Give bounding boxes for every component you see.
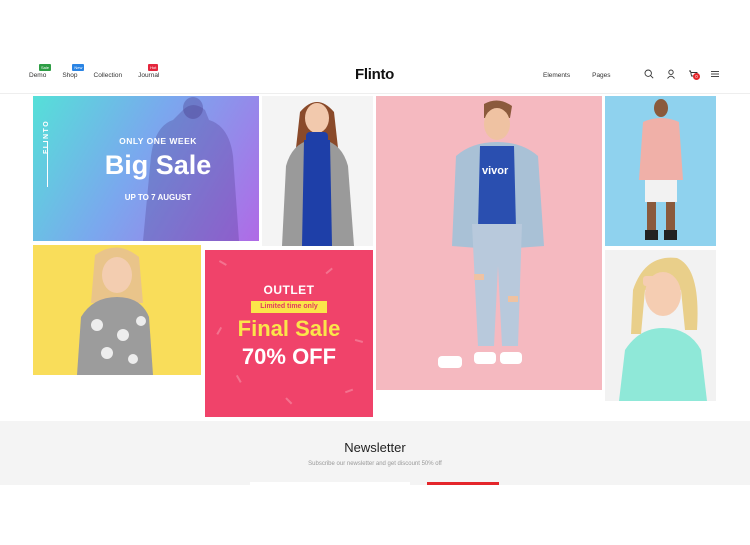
nav-label: Demo [29,72,47,79]
brand-vertical-text: FLINTO [43,119,50,154]
discount-text: 70% OFF [241,344,337,369]
big-sale-banner[interactable]: FLINTO ONLY ONE WEEK Big Sale UP TO 7 AU… [33,96,259,241]
product-image-man-pink-tee[interactable] [605,96,716,246]
product-image-man-denim[interactable]: vivor [376,96,602,390]
new-badge: New [72,64,85,71]
site-logo[interactable]: Flinto [355,66,394,83]
product-image-woman-mint-sweater[interactable] [605,250,716,401]
newsletter-section: Newsletter Subscribe our newsletter and … [0,421,750,485]
nav-label: Journal [138,72,160,79]
product-image-kid-sweater[interactable] [33,245,201,375]
search-icon[interactable] [644,69,654,79]
site-header: Sale Demo New Shop Collection Hot Journa… [0,58,750,94]
nav-item-journal[interactable]: Hot Journal [138,64,160,79]
nav-label: Shop [62,72,78,79]
nav-label: Collection [93,72,123,79]
menu-icon[interactable] [710,69,720,79]
sale-date: UP TO 7 AUGUST [124,193,192,202]
main-nav: Sale Demo New Shop Collection Hot Journa… [29,64,175,79]
sale-kicker: ONLY ONE WEEK [119,136,197,146]
cart-icon[interactable]: 0 [688,69,700,80]
nav-item-collection[interactable]: Collection [94,72,123,79]
header-icons: 0 [644,69,720,80]
nav-item-demo[interactable]: Sale Demo [29,64,52,79]
product-image-woman-coat[interactable] [262,96,373,246]
nav-item-pages[interactable]: Pages [592,72,610,79]
nav-item-elements[interactable]: Elements [543,72,570,79]
secondary-nav: Elements Pages [543,72,633,79]
cart-count-badge: 0 [693,73,700,80]
newsletter-email-input[interactable] [250,482,410,485]
outlet-heading: OUTLET [263,283,315,297]
sale-badge: Sale [39,64,52,71]
newsletter-subscribe-button[interactable] [427,482,499,485]
limited-time-tag: Limited time only [251,301,327,313]
nav-item-shop[interactable]: New Shop [62,64,85,79]
newsletter-subtitle: Subscribe our newsletter and get discoun… [308,461,442,467]
user-icon[interactable] [666,69,676,79]
sale-title: Big Sale [104,150,212,180]
outlet-sale-banner[interactable]: OUTLET Limited time only Final Sale 70% … [205,250,373,417]
hot-badge: Hot [148,64,159,71]
final-sale-title: Final Sale [237,316,341,341]
newsletter-title: Newsletter [344,440,406,455]
shirt-print-text: vivor [482,165,509,177]
page: Sale Demo New Shop Collection Hot Journa… [0,0,750,545]
